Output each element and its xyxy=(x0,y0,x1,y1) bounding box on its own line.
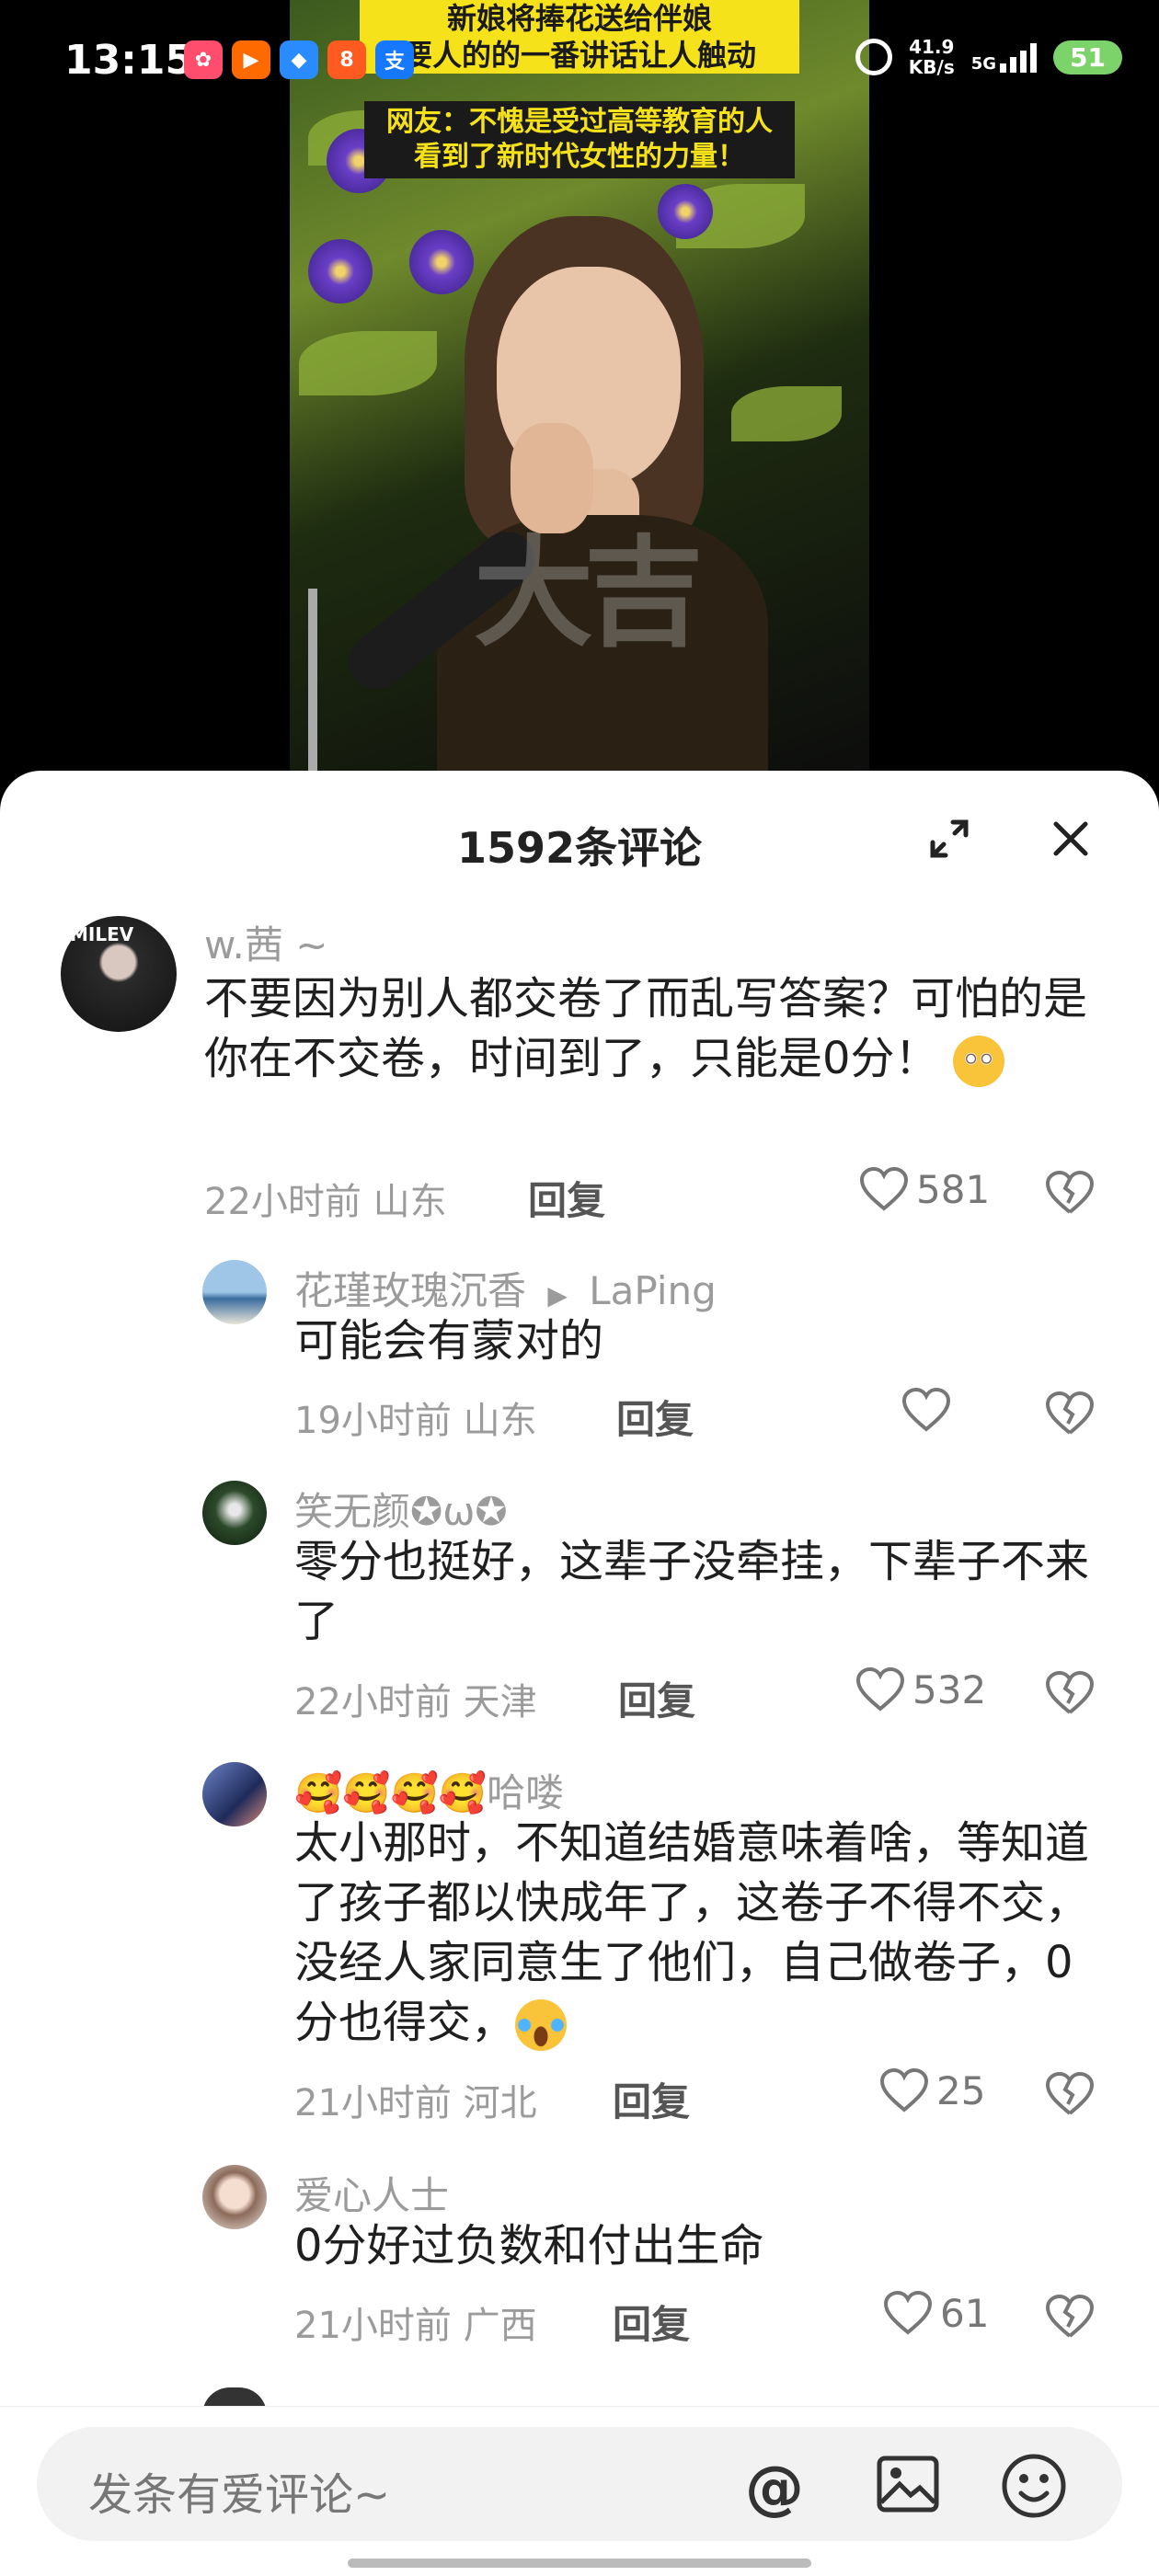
reply-arrow-icon: ▶ xyxy=(547,1280,568,1311)
comment-time-location: 21小时前 广西 xyxy=(294,2305,537,2347)
network-speed-unit: KB/s xyxy=(908,56,955,78)
broken-heart-icon[interactable] xyxy=(1045,1670,1095,1716)
flushed-emoji-icon xyxy=(952,1036,1004,1087)
leaf-decoration xyxy=(299,331,437,395)
reply-button[interactable]: 回复 xyxy=(618,1670,695,1726)
video-watermark: 大吉 xyxy=(474,523,704,663)
status-bar: 13:15 ✿ ▶ ◆ 8 支 41.9 KB/s 5G 51 xyxy=(0,0,1159,120)
app-88-icon: 8 xyxy=(327,40,366,79)
status-time: 13:15 xyxy=(64,37,194,84)
drive-app-icon: ◆ xyxy=(280,40,318,79)
reply-button[interactable]: 回复 xyxy=(613,2294,690,2350)
comment-input-bar: 发条有爱评论~ @ xyxy=(0,2406,1159,2576)
reply-author: 花瑾玫瑰沉香 xyxy=(294,1268,527,1313)
broken-heart-icon[interactable] xyxy=(1045,2294,1095,2340)
leaf-decoration xyxy=(731,386,842,441)
signal-icon xyxy=(1000,41,1038,73)
status-indicators: 41.9 KB/s 5G 51 xyxy=(855,37,1122,77)
like-button[interactable] xyxy=(901,1387,958,1433)
heart-icon xyxy=(879,2067,929,2112)
flower-decoration xyxy=(308,239,373,303)
comment-username[interactable]: w.茜 ~ xyxy=(204,914,327,970)
comment-body: 太小那时，不知道结婚意味着啥，等知道了孩子都以快成年了，这卷子不得不交，没经人家… xyxy=(294,1817,1090,2048)
expand-icon[interactable] xyxy=(927,817,971,861)
comment-text: 0分好过负数和付出生命 xyxy=(294,2220,764,2272)
like-button[interactable]: 581 xyxy=(859,1166,990,1212)
alipay-icon: 支 xyxy=(375,40,414,79)
reply-button[interactable]: 回复 xyxy=(613,2071,690,2127)
comment-input-placeholder: 发条有爱评论~ xyxy=(88,2469,391,2521)
like-button[interactable]: 25 xyxy=(879,2067,985,2113)
notification-icons: ✿ ▶ ◆ 8 支 xyxy=(184,40,414,79)
heart-icon xyxy=(859,1166,909,1211)
alarm-icon xyxy=(855,39,892,75)
comment-item[interactable]: MILEV w.茜 ~ 不要因为别人都交卷了而乱写答案？可怕的是你在不交卷，时间… xyxy=(0,910,1159,1242)
heart-icon xyxy=(883,2290,933,2335)
close-icon[interactable] xyxy=(1047,815,1095,863)
comment-username[interactable]: 🥰🥰🥰🥰哈喽 xyxy=(294,1762,564,1818)
network-speed: 41.9 KB/s xyxy=(909,37,955,77)
like-count: 532 xyxy=(912,1666,987,1712)
heart-icon xyxy=(855,1666,905,1712)
pinwheel-app-icon: ✿ xyxy=(184,40,223,79)
like-count: 581 xyxy=(916,1166,991,1212)
network-status: 5G xyxy=(970,41,1038,74)
reply-comment-item[interactable]: 🥰🥰🥰🥰哈喽 太小那时，不知道结婚意味着啥，等知道了孩子都以快成年了，这卷子不得… xyxy=(0,1762,1159,2130)
video-app-icon: ▶ xyxy=(232,40,270,79)
like-count: 61 xyxy=(940,2290,990,2336)
caption-line: 看到了新时代女性的力量！ xyxy=(414,141,745,173)
reply-comment-item[interactable]: 笑无颜✪ω✪ 零分也挺好，这辈子没牵挂，下辈子不来了 22小时前 天津 回复 5… xyxy=(0,1481,1159,1723)
comments-count-title: 1592条评论 xyxy=(456,823,703,873)
like-count: 25 xyxy=(936,2067,986,2113)
comment-text: 不要因为别人都交卷了而乱写答案？可怕的是你在不交卷，时间到了，只能是0分！ xyxy=(204,969,1106,1089)
flower-decoration xyxy=(658,184,713,239)
like-button[interactable]: 61 xyxy=(883,2290,989,2336)
heart-icon xyxy=(901,1387,951,1432)
comment-time-location: 21小时前 河北 xyxy=(294,2082,537,2124)
network-speed-value: 41.9 xyxy=(909,36,955,58)
broken-heart-icon[interactable] xyxy=(1045,1170,1095,1216)
comments-header: 1592条评论 xyxy=(0,771,1159,909)
reply-button[interactable]: 回复 xyxy=(528,1170,605,1226)
home-indicator[interactable] xyxy=(348,2559,811,2568)
mic-stand xyxy=(308,589,317,773)
emoji-icon[interactable] xyxy=(1001,2453,1067,2519)
avatar[interactable] xyxy=(202,1481,267,1545)
comment-input[interactable]: 发条有爱评论~ @ xyxy=(37,2427,1122,2541)
reply-comment-item[interactable]: 爱心人士 0分好过负数和付出生命 21小时前 广西 回复 61 xyxy=(0,2165,1159,2349)
broken-heart-icon[interactable] xyxy=(1045,1391,1095,1437)
mention-button[interactable]: @ xyxy=(745,2455,804,2523)
avatar[interactable] xyxy=(202,1260,267,1324)
comment-time-location: 19小时前 山东 xyxy=(294,1400,537,1442)
comment-text: 太小那时，不知道结婚意味着啥，等知道了孩子都以快成年了，这卷子不得不交，没经人家… xyxy=(294,1814,1104,2053)
comment-time-location: 22小时前 山东 xyxy=(204,1181,447,1223)
like-button[interactable]: 532 xyxy=(855,1666,986,1712)
reply-comment-item[interactable]: 花瑾玫瑰沉香 ▶ LaPing 可能会有蒙对的 19小时前 山东 回复 xyxy=(0,1260,1159,1444)
battery-level: 51 xyxy=(1053,40,1122,74)
comment-username[interactable]: 爱心人士 xyxy=(294,2165,449,2221)
flower-decoration xyxy=(409,230,474,294)
broken-heart-icon[interactable] xyxy=(1045,2071,1095,2117)
avatar[interactable]: MILEV xyxy=(61,916,177,1032)
comment-username[interactable]: 花瑾玫瑰沉香 ▶ LaPing xyxy=(294,1260,717,1316)
crying-laughing-emoji-icon xyxy=(515,1999,568,2051)
comment-time-location: 22小时前 天津 xyxy=(294,1681,537,1723)
comment-username[interactable]: 笑无颜✪ω✪ xyxy=(294,1481,508,1537)
avatar[interactable] xyxy=(202,1762,267,1826)
comment-text: 可能会有蒙对的 xyxy=(294,1315,604,1367)
comment-text: 零分也挺好，这辈子没牵挂，下辈子不来了 xyxy=(294,1536,1090,1647)
reply-to-user: LaPing xyxy=(589,1268,717,1313)
network-type: 5G xyxy=(970,54,997,74)
image-icon[interactable] xyxy=(876,2455,940,2513)
reply-button[interactable]: 回复 xyxy=(616,1389,694,1445)
avatar[interactable] xyxy=(202,2165,267,2229)
